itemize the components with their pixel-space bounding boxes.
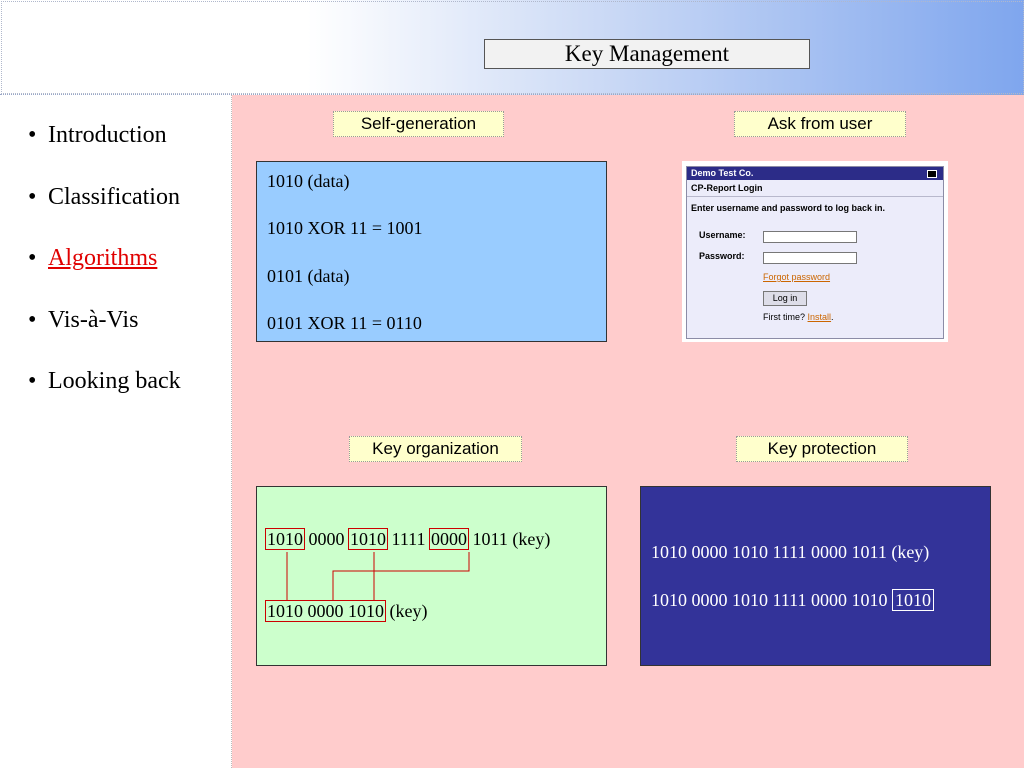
self-gen-line-2: 1010 XOR 11 = 1001 [267, 218, 423, 238]
bullet-icon: • [28, 122, 37, 148]
key-prot-boxed-segment: 1010 [892, 589, 934, 611]
nav-list: • Introduction • Classification • Algorithm… [28, 117, 181, 425]
key-org-line-2: 1010 0000 1010 (key) [265, 600, 428, 622]
key-org-seg-2: 0000 [308, 529, 345, 549]
bullet-icon: • [28, 183, 37, 210]
key-protection-panel: 1010 0000 1010 1111 0000 1011 (key) 1010… [640, 486, 991, 666]
key-prot-line-2-prefix: 1010 0000 1010 1111 0000 1010 [651, 590, 888, 610]
ask-from-user-label: Ask from user [734, 111, 906, 137]
nav-item-classification[interactable]: • Classification [28, 179, 181, 241]
bullet-icon: • [28, 368, 37, 394]
key-organization-label: Key organization [349, 436, 522, 462]
nav-item-label: Vis-à-Vis [48, 306, 139, 333]
self-generation-panel: 1010 (data) 1010 XOR 11 = 1001 0101 (dat… [256, 161, 607, 342]
window-close-icon[interactable] [927, 170, 937, 178]
nav-item-label: Classification [48, 183, 180, 210]
password-label: Password: [699, 251, 745, 261]
password-field[interactable] [763, 252, 857, 264]
key-org-derived-key: 1010 0000 1010 [265, 600, 386, 622]
nav-item-label: Introduction [48, 122, 167, 148]
nav-item-vis-a-vis[interactable]: • Vis-à-Vis [28, 302, 181, 364]
login-subtitle: CP-Report Login [687, 180, 943, 197]
login-window: Demo Test Co. CP-Report Login Enter user… [686, 166, 944, 339]
slide-title: Key Management [484, 39, 810, 69]
nav-item-label: Algorithms [48, 245, 158, 271]
key-org-seg-6: 1011 [472, 529, 508, 549]
key-organization-panel [256, 486, 607, 666]
key-org-suffix-2: (key) [389, 601, 428, 621]
username-field[interactable] [763, 231, 857, 243]
first-time-label: First time? [763, 312, 806, 322]
login-window-titlebar: Demo Test Co. [687, 167, 943, 180]
install-link[interactable]: Install [808, 312, 832, 322]
sidebar-nav: • Introduction • Classification • Algorithm… [0, 95, 232, 768]
nav-item-looking-back[interactable]: • Looking back [28, 363, 181, 425]
key-org-seg-3: 1010 [348, 528, 388, 550]
key-protection-label: Key protection [736, 436, 908, 462]
self-gen-line-3: 0101 (data) [267, 266, 350, 286]
login-instruction: Enter username and password to log back … [691, 203, 886, 213]
bullet-icon: • [28, 245, 37, 271]
self-gen-line-1: 1010 (data) [267, 171, 350, 191]
nav-item-introduction[interactable]: • Introduction [28, 117, 181, 179]
key-org-seg-1: 1010 [265, 528, 305, 550]
self-generation-label: Self-generation [333, 111, 504, 137]
login-screenshot: Demo Test Co. CP-Report Login Enter user… [682, 161, 948, 342]
key-org-seg-5: 0000 [429, 528, 469, 550]
nav-item-label: Looking back [48, 368, 181, 394]
key-org-suffix-1: (key) [512, 529, 551, 549]
nav-item-algorithms[interactable]: • Algorithms [28, 240, 181, 302]
login-window-title: Demo Test Co. [691, 168, 754, 178]
login-button[interactable]: Log in [763, 291, 807, 306]
key-prot-line-2: 1010 0000 1010 1111 0000 1010 1010 [651, 589, 934, 611]
key-org-line-1: 1010 0000 1010 1111 0000 1011 (key) [265, 528, 551, 550]
username-label: Username: [699, 230, 746, 240]
forgot-password-link[interactable]: Forgot password [763, 272, 830, 282]
bullet-icon: • [28, 306, 37, 333]
key-prot-line-1: 1010 0000 1010 1111 0000 1011 (key) [651, 542, 930, 562]
self-gen-line-4: 0101 XOR 11 = 0110 [267, 313, 422, 333]
slide-header: Key Management [0, 0, 1024, 95]
first-time-text: First time? Install. [763, 312, 834, 322]
key-org-seg-4: 1111 [391, 529, 426, 549]
first-time-period: . [831, 312, 834, 322]
